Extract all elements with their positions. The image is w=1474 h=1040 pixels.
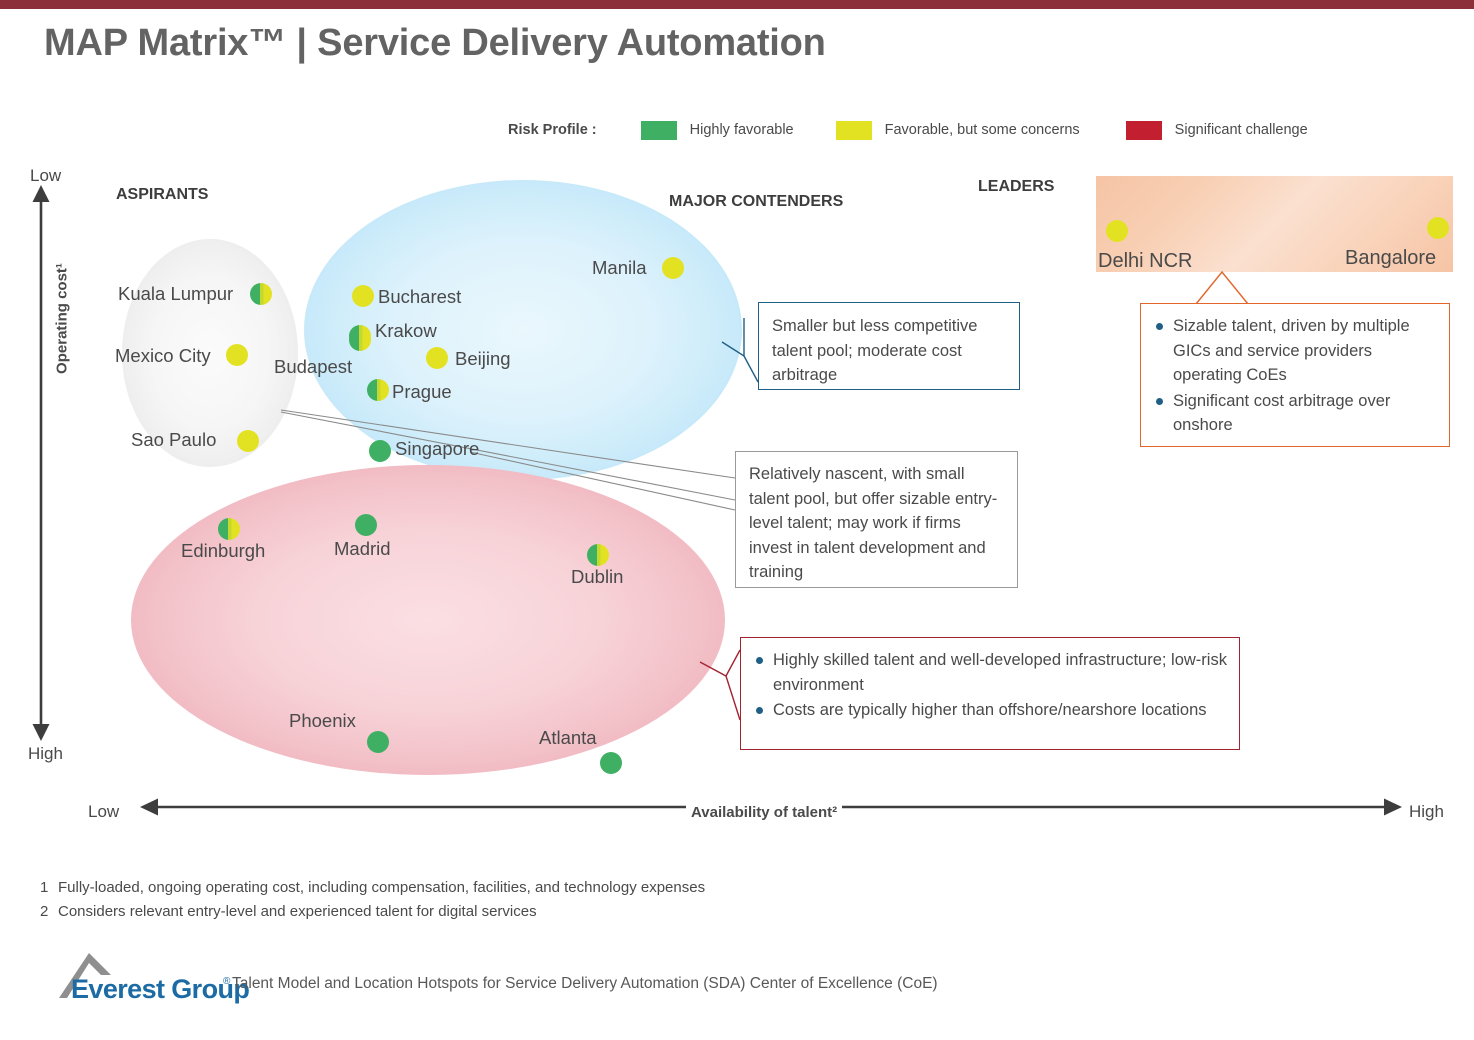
legend-label-highly-favorable: Highly favorable (689, 122, 794, 138)
city-label-prague: Prague (392, 381, 452, 402)
city-dot-dublin[interactable] (587, 544, 609, 566)
y-axis-title: Operating cost¹ (53, 263, 71, 374)
top-accent-bar (0, 0, 1474, 9)
city-dot-kuala-lumpur[interactable] (250, 283, 272, 305)
callout-gray-text: Relatively nascent, with small talent po… (749, 465, 998, 581)
cluster-ellipse-onshore (131, 465, 725, 775)
city-dot-bucharest[interactable] (352, 285, 374, 307)
x-axis-low-label: Low (88, 802, 120, 821)
city-label-bucharest: Bucharest (378, 286, 462, 307)
city-label-edinburgh: Edinburgh (181, 540, 266, 561)
city-dot-krakow[interactable] (349, 329, 371, 351)
city-label-madrid: Madrid (334, 538, 391, 559)
footnote-row-2: 2 Considers relevant entry-level and exp… (40, 900, 705, 924)
callout-onshore: Highly skilled talent and well-developed… (740, 637, 1240, 750)
legend-item-favorable-concerns: Favorable, but some concerns (835, 120, 1080, 140)
city-dot-atlanta[interactable] (600, 752, 622, 774)
footnotes: 1 Fully-loaded, ongoing operating cost, … (40, 876, 705, 924)
city-label-dublin: Dublin (571, 566, 624, 587)
city-dot-sao-paulo[interactable] (237, 430, 259, 452)
footnote-number-1: 1 (40, 879, 49, 896)
callout-red-bullets: Highly skilled talent and well-developed… (753, 648, 1227, 723)
city-label-atlanta: Atlanta (539, 727, 597, 748)
footnote-text-1: Fully-loaded, ongoing operating cost, in… (58, 879, 706, 896)
y-axis-arrow (30, 185, 52, 741)
callout-major-contenders: Smaller but less competitive talent pool… (758, 302, 1020, 390)
city-dot-edinburgh[interactable] (218, 518, 240, 540)
cluster-label-leaders: LEADERS (978, 178, 1055, 195)
callout-leaders: Sizable talent, driven by multiple GICs … (1140, 303, 1450, 447)
callout-red-bullet-1: Highly skilled talent and well-developed… (753, 648, 1227, 697)
callout-pointer-orange (1195, 270, 1249, 305)
cluster-label-aspirants: ASPIRANTS (116, 186, 209, 203)
callout-pointer-blue (721, 318, 759, 383)
city-dot-phoenix[interactable] (367, 731, 389, 753)
city-label-mexico-city: Mexico City (115, 345, 211, 366)
legend-item-highly-favorable: Highly favorable (640, 120, 794, 140)
callout-orange-bullet-2: Significant cost arbitrage over onshore (1153, 389, 1435, 438)
callout-blue-text: Smaller but less competitive talent pool… (772, 317, 978, 384)
cluster-label-major-contenders: MAJOR CONTENDERS (669, 193, 844, 210)
legend-title: Risk Profile : (508, 122, 597, 138)
city-dot-delhi-ncr[interactable] (1106, 220, 1128, 242)
y-axis-low-label: Low (30, 166, 62, 185)
callout-orange-bullets: Sizable talent, driven by multiple GICs … (1153, 314, 1435, 438)
footnote-number-2: 2 (40, 903, 49, 920)
city-label-budapest: Budapest (274, 356, 353, 377)
city-label-manila: Manila (592, 257, 647, 278)
legend-label-favorable-concerns: Favorable, but some concerns (884, 122, 1080, 138)
city-label-phoenix: Phoenix (289, 710, 356, 731)
y-axis-high-label: High (28, 744, 63, 763)
everest-group-logo: Everest Group ® (55, 950, 250, 1004)
city-label-singapore: Singapore (395, 438, 480, 459)
x-axis-title: Availability of talent² (686, 804, 843, 821)
city-label-beijing: Beijing (455, 348, 511, 369)
x-axis-high-label: High (1409, 802, 1444, 821)
city-dot-manila[interactable] (662, 257, 684, 279)
slide-canvas: MAP Matrix™ | Service Delivery Automatio… (0, 0, 1474, 1040)
legend-swatch-yellow (835, 120, 872, 140)
city-dot-singapore[interactable] (369, 440, 391, 462)
city-dot-prague[interactable] (367, 379, 389, 401)
city-label-krakow: Krakow (375, 320, 437, 341)
city-dot-beijing[interactable] (426, 347, 448, 369)
city-dot-madrid[interactable] (355, 514, 377, 536)
city-dot-mexico-city[interactable] (226, 344, 248, 366)
footer-caption: Talent Model and Location Hotspots for S… (232, 975, 938, 992)
legend-item-significant-challenge: Significant challenge (1125, 120, 1308, 140)
city-dot-bangalore[interactable] (1427, 217, 1449, 239)
city-label-delhi-ncr: Delhi NCR (1098, 250, 1193, 272)
city-label-sao-paulo: Sao Paulo (131, 429, 217, 450)
callout-orange-bullet-1: Sizable talent, driven by multiple GICs … (1153, 314, 1435, 388)
footnote-text-2: Considers relevant entry-level and exper… (58, 903, 537, 920)
legend-swatch-red (1125, 120, 1162, 140)
callout-red-bullet-2: Costs are typically higher than offshore… (753, 698, 1227, 723)
city-label-bangalore: Bangalore (1345, 247, 1437, 269)
risk-profile-legend: Risk Profile : Highly favorable Favorabl… (508, 119, 1354, 141)
footnote-row-1: 1 Fully-loaded, ongoing operating cost, … (40, 876, 705, 900)
legend-label-significant-challenge: Significant challenge (1174, 122, 1308, 138)
city-label-kuala-lumpur: Kuala Lumpur (118, 283, 234, 304)
legend-swatch-green (640, 120, 677, 140)
callout-aspirants: Relatively nascent, with small talent po… (735, 451, 1018, 588)
svg-text:®: ® (223, 976, 231, 987)
page-title: MAP Matrix™ | Service Delivery Automatio… (44, 22, 826, 64)
